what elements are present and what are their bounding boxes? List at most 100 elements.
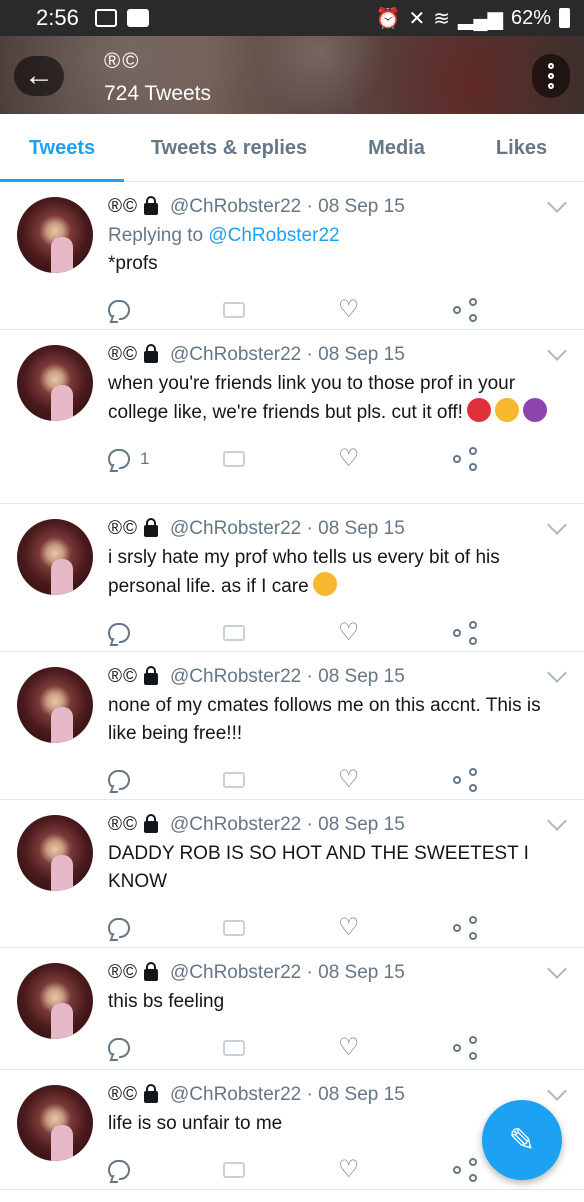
retweet-icon — [223, 1162, 245, 1178]
author-name: ®© — [108, 196, 138, 217]
emoji-icon — [312, 572, 337, 596]
tweet-item[interactable]: ®© @ChRobster22 · 08 Sep 15 Replying to … — [0, 182, 584, 330]
tweet-date: · 08 Sep 15 — [306, 962, 405, 983]
author-name: ®© — [108, 1084, 138, 1105]
avatar[interactable] — [17, 815, 93, 891]
tweet-date: · 08 Sep 15 — [306, 344, 405, 365]
lock-icon — [144, 195, 158, 215]
tweet-item[interactable]: ®© @ChRobster22 · 08 Sep 15 DADDY ROB IS… — [0, 800, 584, 948]
tweet-date: · 08 Sep 15 — [306, 814, 405, 835]
compose-tweet-button[interactable]: ✎ — [482, 1100, 562, 1180]
back-button[interactable]: ← — [14, 56, 64, 96]
like-button[interactable]: ♡ — [338, 768, 453, 792]
status-time: 2:56 — [36, 5, 79, 30]
author-name: ®© — [108, 518, 138, 539]
more-options-button[interactable] — [532, 54, 570, 98]
share-button[interactable] — [453, 621, 568, 645]
tweet-item[interactable]: ®© @ChRobster22 · 08 Sep 15 none of my c… — [0, 652, 584, 800]
tweet-item[interactable]: ®© @ChRobster22 · 08 Sep 15 i srsly hate… — [0, 504, 584, 652]
like-button[interactable]: ♡ — [338, 298, 453, 322]
retweet-button[interactable] — [223, 302, 338, 318]
avatar[interactable] — [17, 963, 93, 1039]
replying-to: Replying to @ChRobster22 — [108, 225, 340, 246]
share-icon — [453, 1036, 477, 1060]
emoji-icon — [522, 398, 547, 422]
retweet-button[interactable] — [223, 772, 338, 788]
reply-icon — [108, 300, 130, 320]
reply-icon — [108, 918, 130, 938]
tweet-text: *profs — [108, 253, 158, 274]
tab-tweets-replies[interactable]: Tweets & replies — [124, 114, 334, 182]
reply-icon — [108, 623, 130, 643]
battery-percent: 62% — [510, 6, 551, 29]
reply-button[interactable] — [108, 623, 223, 643]
author-name: ®© — [108, 814, 138, 835]
tab-likes[interactable]: Likes — [459, 114, 584, 182]
tweet-feed: ®© @ChRobster22 · 08 Sep 15 Replying to … — [0, 182, 584, 1190]
compose-feather-icon: ✎ — [508, 1122, 536, 1158]
heart-icon: ♡ — [338, 766, 360, 793]
avatar[interactable] — [17, 345, 93, 421]
tweet-header: ®© @ChRobster22 · 08 Sep 15 — [108, 340, 568, 370]
tweet-text: this bs feeling — [108, 991, 225, 1012]
share-icon — [453, 447, 477, 471]
retweet-icon — [223, 451, 245, 467]
tweet-header: ®© @ChRobster22 · 08 Sep 15 — [108, 662, 568, 692]
message-notification-icon — [126, 9, 149, 27]
share-button[interactable] — [453, 916, 568, 940]
tweet-header: ®© @ChRobster22 · 08 Sep 15 — [108, 958, 568, 988]
tweet-item[interactable]: ®© @ChRobster22 · 08 Sep 15 when you're … — [0, 330, 584, 504]
tab-media[interactable]: Media — [334, 114, 459, 182]
retweet-icon — [223, 302, 245, 318]
reply-icon — [108, 1160, 130, 1180]
lock-icon — [144, 961, 158, 981]
reply-button[interactable]: 1 — [108, 449, 223, 469]
status-bar: 2:56 ⏰ ✕ ≋ ▂▄▆ 62% — [0, 0, 584, 36]
avatar[interactable] — [17, 519, 93, 595]
retweet-button[interactable] — [223, 451, 338, 467]
share-button[interactable] — [453, 768, 568, 792]
retweet-button[interactable] — [223, 625, 338, 641]
tab-tweets[interactable]: Tweets — [0, 114, 124, 182]
reply-button[interactable] — [108, 1038, 223, 1058]
reply-button[interactable] — [108, 1160, 223, 1180]
like-button[interactable]: ♡ — [338, 916, 453, 940]
like-button[interactable]: ♡ — [338, 1158, 453, 1182]
avatar[interactable] — [17, 197, 93, 273]
author-handle: @ChRobster22 — [170, 962, 302, 983]
retweet-icon — [223, 772, 245, 788]
tweet-date: · 08 Sep 15 — [306, 666, 405, 687]
retweet-button[interactable] — [223, 920, 338, 936]
tweet-date: · 08 Sep 15 — [306, 518, 405, 539]
like-button[interactable]: ♡ — [338, 1036, 453, 1060]
tweet-text: i srsly hate my prof who tells us every … — [108, 547, 500, 597]
share-icon — [453, 1158, 477, 1182]
share-icon — [453, 768, 477, 792]
heart-icon: ♡ — [338, 1156, 360, 1183]
reply-button[interactable] — [108, 300, 223, 320]
lock-icon — [144, 517, 158, 537]
reply-button[interactable] — [108, 770, 223, 790]
tweet-item[interactable]: ®© @ChRobster22 · 08 Sep 15 this bs feel… — [0, 948, 584, 1070]
profile-header: ← ®© 724 Tweets — [0, 36, 584, 114]
retweet-button[interactable] — [223, 1162, 338, 1178]
share-button[interactable] — [453, 298, 568, 322]
heart-icon: ♡ — [338, 296, 360, 323]
heart-icon: ♡ — [338, 1034, 360, 1061]
reply-to-handle[interactable]: @ChRobster22 — [208, 225, 339, 246]
retweet-button[interactable] — [223, 1040, 338, 1056]
signal-icon: ▂▄▆ — [458, 7, 503, 30]
tweet-count: 724 Tweets — [104, 82, 212, 105]
share-button[interactable] — [453, 447, 568, 471]
share-button[interactable] — [453, 1036, 568, 1060]
like-button[interactable]: ♡ — [338, 447, 453, 471]
avatar[interactable] — [17, 667, 93, 743]
reply-count: 1 — [140, 449, 150, 468]
tweet-actions: 1 ♡ — [108, 427, 568, 491]
avatar[interactable] — [17, 1085, 93, 1161]
profile-tabs: Tweets Tweets & replies Media Likes — [0, 114, 584, 182]
lock-icon — [144, 343, 158, 363]
like-button[interactable]: ♡ — [338, 621, 453, 645]
author-name: ®© — [108, 344, 138, 365]
reply-button[interactable] — [108, 918, 223, 938]
